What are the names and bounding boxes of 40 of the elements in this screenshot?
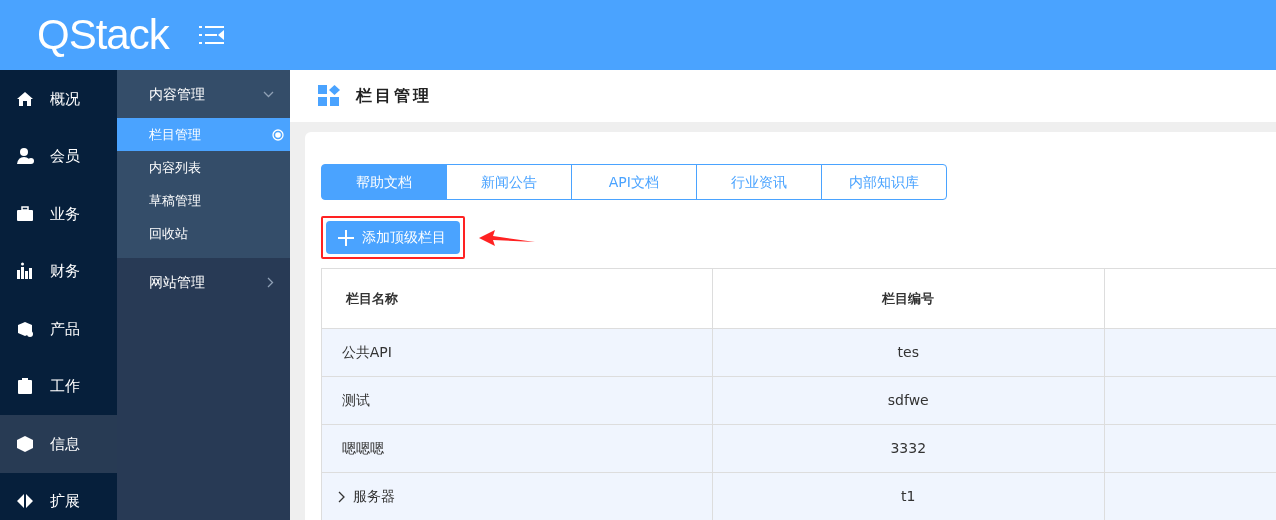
nav-item[interactable]: 工作 — [0, 357, 117, 415]
table-cell: t1 — [712, 472, 1105, 520]
left-right-arrows-icon — [16, 492, 34, 511]
menu-section[interactable]: 内容管理 — [116, 70, 290, 118]
column-header: 栏目编号 — [712, 268, 1105, 329]
submenu-item[interactable]: 回收站 — [116, 217, 290, 250]
nav-item[interactable]: 信息 — [0, 415, 117, 473]
chevron-down-icon — [262, 90, 274, 98]
logo: QStack — [37, 14, 169, 56]
submenu-item[interactable]: 草稿管理 — [116, 184, 290, 217]
table-cell-text: 嗯嗯嗯 — [341, 439, 384, 458]
menu-toggle-icon[interactable] — [198, 26, 224, 44]
cube-icon — [16, 434, 34, 453]
table-cell: 3332 — [712, 424, 1105, 473]
plus-icon — [337, 229, 354, 246]
page-title: 栏目管理 — [355, 85, 432, 107]
table-cell-text: 公共API — [341, 343, 392, 362]
nav-item[interactable]: 业务 — [0, 185, 117, 243]
menu-section[interactable]: 网站管理 — [116, 258, 290, 306]
home-icon — [16, 89, 34, 108]
nav-item[interactable]: 产品 — [0, 300, 117, 358]
table-cell-text: 测试 — [341, 391, 370, 410]
grid-icon — [317, 85, 340, 107]
radio-dot-icon — [271, 128, 284, 141]
table-cell-text: 服务器 — [352, 487, 395, 506]
briefcase-icon — [16, 204, 34, 223]
chevron-right-icon[interactable] — [337, 490, 345, 503]
nav-item[interactable]: 概况 — [0, 70, 117, 128]
nav-item[interactable]: 会员 — [0, 127, 117, 185]
chevron-right-icon — [266, 276, 274, 288]
clipboard-icon — [16, 377, 34, 396]
column-header: 栏目名称 — [321, 268, 713, 329]
bar-chart-icon — [16, 262, 34, 281]
nav-item[interactable]: 扩展 — [0, 472, 117, 520]
user-icon — [16, 147, 34, 166]
package-icon — [16, 319, 34, 338]
nav-item[interactable]: 财务 — [0, 242, 117, 300]
table-cell: tes — [712, 328, 1105, 377]
submenu-item[interactable]: 内容列表 — [116, 151, 290, 184]
table-cell: sdfwe — [712, 376, 1105, 425]
